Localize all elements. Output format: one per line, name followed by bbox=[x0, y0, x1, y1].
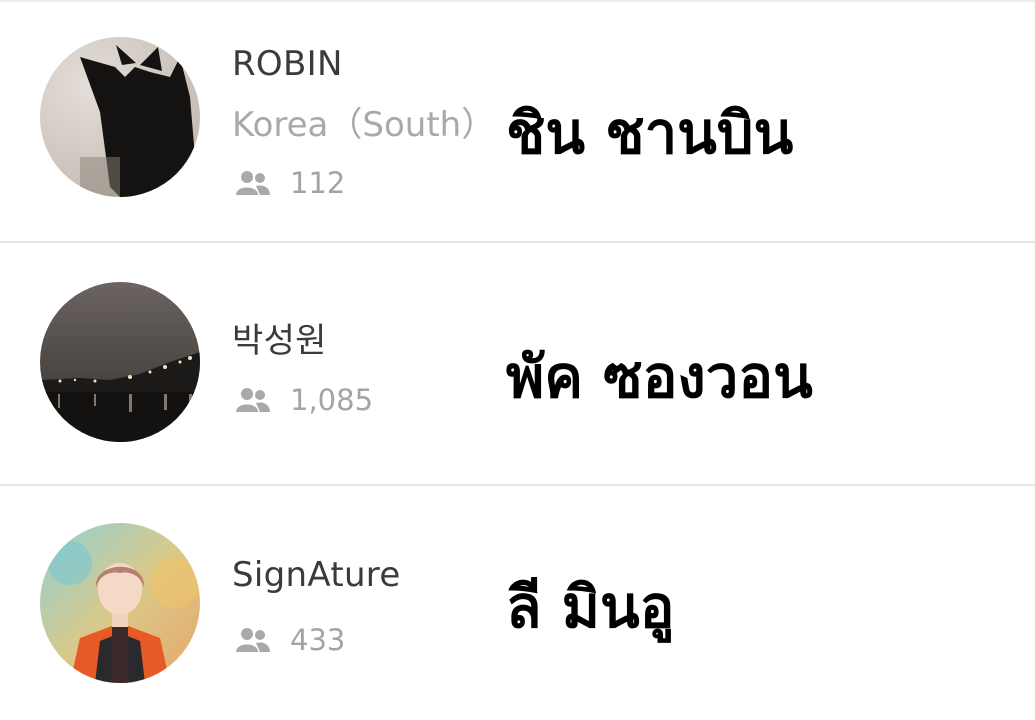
users-icon bbox=[236, 170, 270, 196]
user-list: ROBIN Korea（South） 112 ชิน ชานบิน 박성원 1,… bbox=[0, 0, 1035, 720]
avatar[interactable] bbox=[40, 282, 200, 442]
avatar[interactable] bbox=[40, 37, 200, 197]
cat-silhouette-photo-icon bbox=[40, 37, 200, 197]
country-label: Korea（South） bbox=[232, 105, 496, 145]
users-icon bbox=[236, 627, 270, 653]
thai-caption: ชิน ชานบิน bbox=[506, 99, 794, 167]
users-icon bbox=[236, 387, 270, 413]
follower-count-value: 1,085 bbox=[290, 383, 374, 417]
avatar[interactable] bbox=[40, 523, 200, 683]
follower-count: 433 bbox=[236, 623, 345, 657]
username: 박성원 bbox=[232, 321, 327, 361]
list-item-user-parksungwon[interactable]: 박성원 1,085 พัค ซองวอน bbox=[0, 243, 1035, 484]
thai-caption: ลี มินอู bbox=[506, 573, 675, 641]
username: ROBIN bbox=[232, 44, 343, 84]
follower-count-value: 112 bbox=[290, 166, 346, 200]
follower-count: 1,085 bbox=[236, 383, 373, 417]
night-city-photo-icon bbox=[40, 282, 200, 442]
person-portrait-photo-icon bbox=[40, 523, 200, 683]
list-item-user-robin[interactable]: ROBIN Korea（South） 112 ชิน ชานบิน bbox=[0, 0, 1035, 241]
username: SignAture bbox=[232, 555, 401, 595]
follower-count-value: 433 bbox=[290, 623, 346, 657]
list-item-user-signature[interactable]: SignAture 433 ลี มินอู bbox=[0, 486, 1035, 720]
thai-caption: พัค ซองวอน bbox=[506, 343, 813, 411]
follower-count: 112 bbox=[236, 166, 345, 200]
